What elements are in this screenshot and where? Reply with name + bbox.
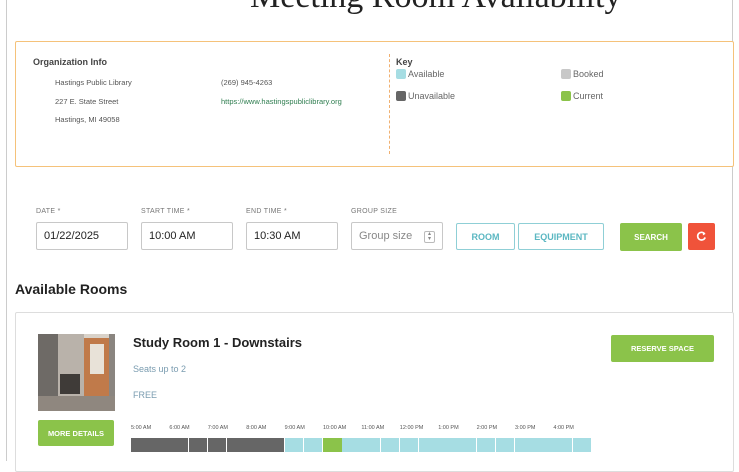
key-available: Available — [396, 69, 444, 79]
key-heading: Key — [396, 57, 413, 67]
group-size-label: GROUP SIZE — [351, 208, 398, 215]
time-slot-unavailable — [207, 438, 227, 452]
time-slot-available[interactable] — [572, 438, 592, 452]
time-slot-available[interactable] — [342, 438, 361, 452]
time-label: 8:00 AM — [246, 425, 267, 431]
room-price: FREE — [133, 390, 158, 400]
time-slot-unavailable — [131, 438, 150, 452]
time-slot-unavailable — [246, 438, 265, 452]
room-card: Study Room 1 - Downstairs Seats up to 2 … — [15, 312, 734, 472]
time-label: 12:00 PM — [399, 425, 424, 431]
current-swatch — [561, 91, 571, 101]
time-label: 5:00 AM — [131, 425, 152, 431]
time-slot-unavailable — [150, 438, 169, 452]
unavailable-swatch — [396, 91, 406, 101]
group-size-placeholder: Group size — [359, 230, 413, 242]
reserve-space-button[interactable]: RESERVE SPACE — [611, 335, 714, 362]
time-label: 1:00 PM — [438, 425, 459, 431]
key-divider — [389, 54, 390, 154]
room-name[interactable]: Study Room 1 - Downstairs — [133, 335, 302, 350]
time-label: 6:00 AM — [169, 425, 190, 431]
end-time-label: END TIME * — [246, 208, 287, 215]
time-label: 4:00 PM — [553, 425, 574, 431]
time-label: 9:00 AM — [284, 425, 305, 431]
booked-swatch — [561, 69, 571, 79]
key-current-label: Current — [573, 91, 604, 101]
key-booked-label: Booked — [573, 69, 604, 79]
time-slot-unavailable — [227, 438, 246, 452]
key-current: Current — [561, 91, 603, 101]
time-slot-available[interactable] — [457, 438, 477, 452]
end-time-input[interactable]: 10:30 AM — [246, 222, 338, 250]
start-time-label: START TIME * — [141, 208, 190, 215]
time-slot-available[interactable] — [284, 438, 304, 452]
group-size-input[interactable]: Group size ▴ ▾ — [351, 222, 443, 250]
time-slot-unavailable — [265, 438, 285, 452]
time-label: 10:00 AM — [323, 425, 347, 431]
time-slot-available[interactable] — [361, 438, 381, 452]
org-website-link[interactable]: https://www.hastingspubliclibrary.org — [221, 97, 342, 106]
key-booked: Booked — [561, 69, 604, 79]
time-slot-available[interactable] — [476, 438, 496, 452]
page-title: Meeting Room Availability — [250, 0, 621, 16]
available-rooms-heading: Available Rooms — [15, 281, 128, 297]
key-unavailable-label: Unavailable — [408, 91, 456, 101]
room-photo[interactable] — [38, 334, 115, 411]
time-slot-unavailable — [169, 438, 189, 452]
time-label: 11:00 AM — [361, 425, 385, 431]
org-name: Hastings Public Library — [55, 78, 132, 87]
time-slot-available[interactable] — [399, 438, 419, 452]
date-label: DATE * — [36, 208, 61, 215]
org-city: Hastings, MI 49058 — [55, 115, 120, 124]
time-slot-available[interactable] — [534, 438, 553, 452]
key-available-label: Available — [408, 69, 445, 79]
availability-timeline: 5:00 AM 6:00 AM 7:00 AM 8:00 AM 9:00 AM 10:00… — [131, 425, 601, 455]
more-details-button[interactable]: MORE DETAILS — [38, 420, 114, 446]
org-phone: (269) 945-4263 — [221, 78, 273, 87]
time-slot-unavailable — [188, 438, 208, 452]
available-swatch — [396, 69, 406, 79]
time-slot-available[interactable] — [515, 438, 534, 452]
stepper-icon[interactable]: ▴ ▾ — [424, 231, 435, 243]
room-button[interactable]: ROOM — [456, 223, 515, 250]
room-seats: Seats up to 2 — [133, 364, 187, 374]
time-slot-available[interactable] — [419, 438, 438, 452]
org-street: 227 E. State Street — [55, 97, 119, 106]
time-slot-available[interactable] — [495, 438, 515, 452]
search-button[interactable]: SEARCH — [620, 223, 682, 251]
refresh-icon[interactable] — [688, 223, 715, 250]
equipment-button[interactable]: EQUIPMENT — [518, 223, 604, 250]
org-info-heading: Organization Info — [33, 57, 107, 67]
time-slot-available[interactable] — [303, 438, 323, 452]
date-input[interactable]: 01/22/2025 — [36, 222, 128, 250]
time-label: 2:00 PM — [476, 425, 498, 431]
time-label: 3:00 PM — [515, 425, 536, 431]
time-slot-available[interactable] — [553, 438, 573, 452]
key-unavailable: Unavailable — [396, 91, 455, 101]
time-slot-current — [323, 438, 342, 452]
time-slot-available[interactable] — [438, 438, 457, 452]
time-label: 7:00 AM — [207, 425, 228, 431]
organization-info-panel: Organization Info Hastings Public Librar… — [15, 41, 734, 167]
start-time-input[interactable]: 10:00 AM — [141, 222, 233, 250]
time-slot-available[interactable] — [380, 438, 400, 452]
